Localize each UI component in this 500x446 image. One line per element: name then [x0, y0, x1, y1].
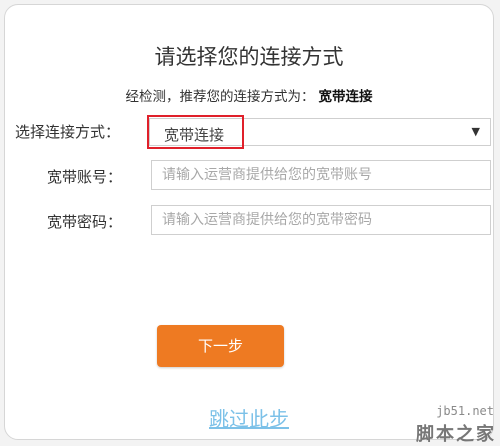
- watermark-logo: 脚本之家: [416, 424, 496, 445]
- connection-type-label: 选择连接方式：: [15, 123, 121, 141]
- password-label: 宽带密码：: [47, 213, 123, 231]
- next-step-button[interactable]: 下一步: [157, 325, 284, 367]
- recommendation-prefix: 经检测，推荐您的连接方式为：: [125, 89, 315, 105]
- recommendation-text: 经检测，推荐您的连接方式为： 宽带连接: [5, 85, 493, 105]
- selection-highlight-box: [147, 115, 244, 149]
- watermark-site: jb51.net: [436, 404, 494, 418]
- account-label: 宽带账号：: [47, 168, 123, 186]
- recommended-connection: 宽带连接: [318, 89, 373, 105]
- account-input[interactable]: [151, 160, 491, 190]
- dialog-title: 请选择您的连接方式: [154, 45, 344, 69]
- chevron-down-icon[interactable]: ▼: [472, 125, 480, 138]
- connection-dialog: 请选择您的连接方式 经检测，推荐您的连接方式为： 宽带连接 选择连接方式： 宽带连…: [4, 4, 494, 440]
- password-input[interactable]: [151, 205, 491, 235]
